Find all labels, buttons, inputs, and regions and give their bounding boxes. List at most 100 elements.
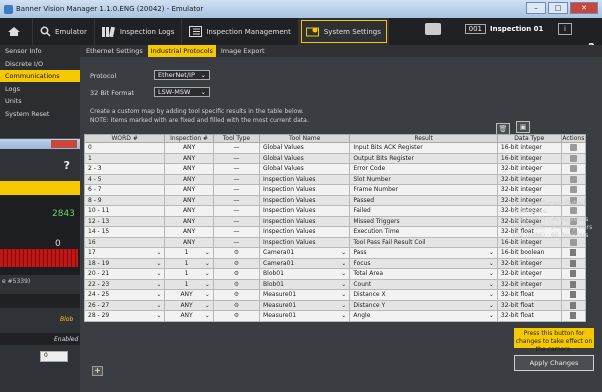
table-row[interactable]: 10 - 11 ANY — Inspection Values Failed 32-bit…: [83, 205, 587, 217]
protocol-select[interactable]: EtherNet/IP ⌄: [154, 70, 210, 80]
sidebar-item-communications[interactable]: Communications: [0, 70, 80, 82]
trash-icon[interactable]: [570, 259, 577, 267]
actions-cell[interactable]: [560, 278, 587, 290]
chevron-down-icon[interactable]: ⌄: [489, 260, 494, 267]
result-cell[interactable]: Pass ⌄: [349, 247, 498, 259]
chevron-down-icon[interactable]: ⌄: [205, 302, 210, 309]
chevron-down-icon[interactable]: ⌄: [156, 312, 161, 319]
chevron-down-icon[interactable]: ⌄: [341, 249, 346, 256]
sidebar-item-system-reset[interactable]: System Reset: [0, 108, 80, 120]
chevron-down-icon[interactable]: ⌄: [156, 270, 161, 277]
info-icon[interactable]: i: [558, 23, 572, 35]
table-row[interactable]: 12 - 13 ANY — Inspection Values Missed Trigg…: [83, 215, 587, 227]
chevron-down-icon[interactable]: ⌄: [341, 302, 346, 309]
actions-cell[interactable]: [560, 257, 587, 269]
chevron-down-icon[interactable]: ⌄: [341, 260, 346, 267]
inspection-logs-button[interactable]: Inspection Logs: [95, 18, 183, 45]
maximize-button[interactable]: □: [548, 2, 568, 14]
table-row[interactable]: 17 ⌄ 1 ⌄ ⚙ Camera01 ⌄ Pass ⌄ 16-bit boolean: [83, 247, 587, 259]
word-cell[interactable]: 28 - 29 ⌄: [83, 310, 166, 322]
tool-name-cell[interactable]: Measure01 ⌄: [259, 299, 351, 311]
chevron-down-icon[interactable]: ⌄: [341, 281, 346, 288]
data-type-cell[interactable]: 32-bit float: [496, 299, 562, 311]
chevron-down-icon[interactable]: ⌄: [489, 270, 494, 277]
tool-name-cell[interactable]: Camera01 ⌄: [259, 247, 351, 259]
table-row[interactable]: 6 - 7 ANY — Inspection Values Frame Number 32…: [83, 184, 587, 196]
trash-icon[interactable]: [570, 291, 577, 299]
result-cell[interactable]: Count ⌄: [349, 278, 498, 290]
inspection-selector[interactable]: 001 Inspection 01 i: [424, 23, 572, 35]
chevron-down-icon[interactable]: ⌄: [489, 249, 494, 256]
trash-icon[interactable]: [570, 270, 577, 278]
tab-ethernet-settings[interactable]: Ethernet Settings: [83, 45, 146, 57]
inspection-cell[interactable]: 1 ⌄: [164, 278, 214, 290]
data-type-cell[interactable]: 16-bit boolean: [496, 247, 562, 259]
inspection-cell[interactable]: 1 ⌄: [164, 268, 214, 280]
table-row[interactable]: 16 ANY — Inspection Values Tool Pass Fail Re…: [83, 236, 587, 248]
system-settings-button[interactable]: System Settings: [298, 18, 389, 45]
chevron-down-icon[interactable]: ⌄: [205, 260, 210, 267]
chevron-down-icon[interactable]: ⌄: [205, 312, 210, 319]
emulator-button[interactable]: Emulator: [33, 18, 95, 45]
actions-cell[interactable]: [560, 247, 587, 259]
tool-name-cell[interactable]: Measure01 ⌄: [259, 289, 351, 301]
chevron-down-icon[interactable]: ⌄: [341, 312, 346, 319]
chevron-down-icon[interactable]: ⌄: [489, 302, 494, 309]
inspection-cell[interactable]: 1 ⌄: [164, 247, 214, 259]
table-row[interactable]: 1 ANY — Global Values Output Bits Register 16…: [83, 152, 587, 164]
word-cell[interactable]: 17 ⌄: [83, 247, 166, 259]
format-select[interactable]: LSW-MSW ⌄: [154, 87, 210, 97]
inspection-management-button[interactable]: Inspection Management: [182, 18, 299, 45]
table-row[interactable]: 0 ANY — Global Values Input Bits ACK Registe…: [83, 142, 587, 154]
chevron-down-icon[interactable]: ⌄: [205, 270, 210, 277]
camera-icon[interactable]: [424, 23, 441, 35]
tool-name-cell[interactable]: Measure01 ⌄: [259, 310, 351, 322]
chevron-down-icon[interactable]: ⌄: [156, 260, 161, 267]
table-row[interactable]: 26 - 27 ⌄ ANY ⌄ ⚙ Measure01 ⌄ Distance Y ⌄ 32-bit…: [83, 299, 587, 311]
table-row[interactable]: 24 - 25 ⌄ ANY ⌄ ⚙ Measure01 ⌄ Distance X ⌄ 32-bit…: [83, 289, 587, 301]
word-cell[interactable]: 22 - 23 ⌄: [83, 278, 166, 290]
sidebar-item-sensor-info[interactable]: Sensor Info: [0, 45, 80, 57]
table-row[interactable]: 22 - 23 ⌄ 1 ⌄ ⚙ Blob01 ⌄ Count ⌄ 32-bit integer: [83, 278, 587, 290]
table-row[interactable]: 28 - 29 ⌄ ANY ⌄ ⚙ Measure01 ⌄ Angle ⌄ 32-bit floa…: [83, 310, 587, 322]
tab-image-export[interactable]: Image Export: [218, 45, 268, 57]
minimize-button[interactable]: –: [526, 2, 546, 14]
chevron-down-icon[interactable]: ⌄: [341, 291, 346, 298]
floating-stepper[interactable]: 0: [40, 351, 68, 362]
save-icon[interactable]: ▣: [516, 121, 530, 133]
chevron-down-icon[interactable]: ⌄: [156, 291, 161, 298]
inspection-cell[interactable]: 1 ⌄: [164, 257, 214, 269]
floating-help-button[interactable]: ?: [64, 159, 70, 172]
tab-industrial-protocols[interactable]: Industrial Protocols: [147, 45, 216, 57]
chevron-down-icon[interactable]: ⌄: [156, 281, 161, 288]
trash-icon[interactable]: [570, 301, 577, 309]
chevron-down-icon[interactable]: ⌄: [489, 291, 494, 298]
table-row[interactable]: 4 - 5 ANY — Inspection Values Slot Number 32-…: [83, 173, 587, 185]
data-type-cell[interactable]: 32-bit float: [496, 310, 562, 322]
apply-changes-button[interactable]: Apply Changes: [514, 355, 594, 371]
data-type-cell[interactable]: 32-bit integer: [496, 268, 562, 280]
table-row[interactable]: 8 - 9 ANY — Inspection Values Passed 32-bit i…: [83, 194, 587, 206]
data-type-cell[interactable]: 32-bit integer: [496, 257, 562, 269]
sidebar-item-discrete-io[interactable]: Discrete I/O: [0, 58, 80, 70]
result-cell[interactable]: Distance Y ⌄: [349, 299, 498, 311]
chevron-down-icon[interactable]: ⌄: [205, 281, 210, 288]
result-cell[interactable]: Focus ⌄: [349, 257, 498, 269]
data-type-cell[interactable]: 32-bit float: [496, 289, 562, 301]
sidebar-item-units[interactable]: Units: [0, 95, 80, 107]
table-row[interactable]: 14 - 15 ANY — Inspection Values Execution Ti…: [83, 226, 587, 238]
close-icon[interactable]: [51, 140, 77, 148]
word-cell[interactable]: 20 - 21 ⌄: [83, 268, 166, 280]
actions-cell[interactable]: [560, 310, 587, 322]
chevron-down-icon[interactable]: ⌄: [156, 249, 161, 256]
data-type-cell[interactable]: 32-bit integer: [496, 278, 562, 290]
chevron-down-icon[interactable]: ⌄: [489, 281, 494, 288]
word-cell[interactable]: 26 - 27 ⌄: [83, 299, 166, 311]
actions-cell[interactable]: [560, 289, 587, 301]
word-cell[interactable]: 24 - 25 ⌄: [83, 289, 166, 301]
tool-name-cell[interactable]: Camera01 ⌄: [259, 257, 351, 269]
chevron-down-icon[interactable]: ⌄: [205, 249, 210, 256]
inspection-cell[interactable]: ANY ⌄: [164, 299, 214, 311]
table-row[interactable]: 2 - 3 ANY — Global Values Error Code 32-bit i…: [83, 163, 587, 175]
chevron-down-icon[interactable]: ⌄: [205, 291, 210, 298]
